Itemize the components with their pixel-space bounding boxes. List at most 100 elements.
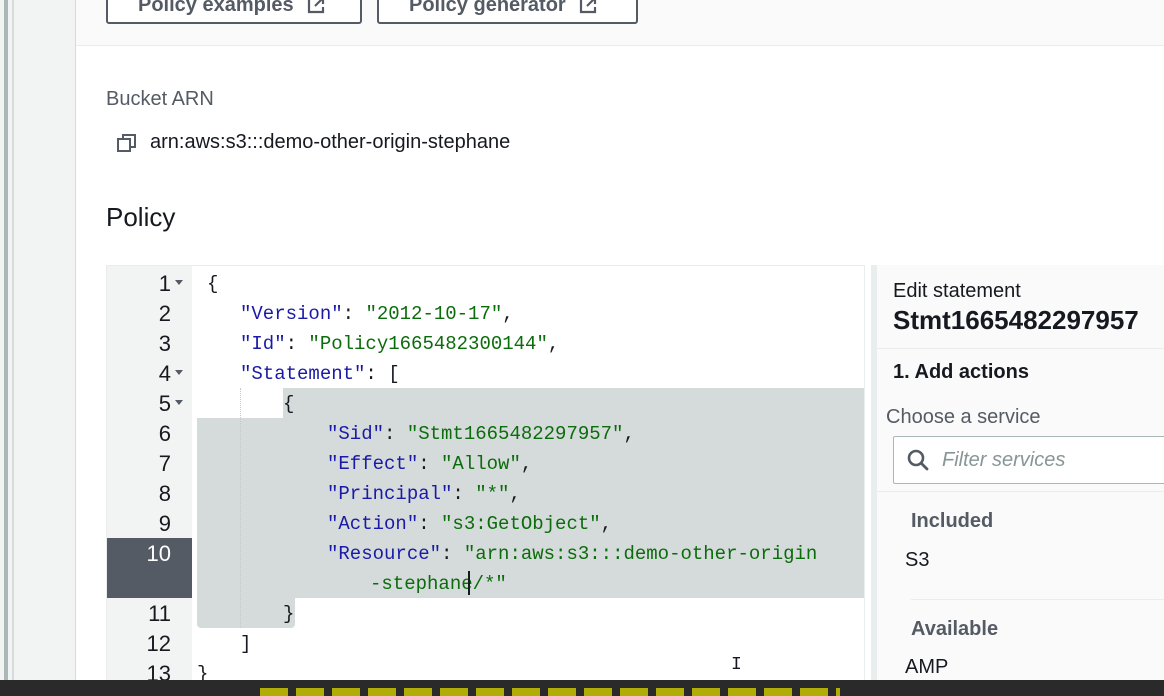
- json-string-value: "arn:aws:s3:::demo-other-origin: [463, 543, 818, 565]
- policy-heading: Policy: [106, 202, 176, 232]
- included-heading: Included: [911, 510, 994, 532]
- code-line: 9 "Action": "s3:GetObject",: [107, 509, 864, 539]
- json-string-value: "Policy1665482300144": [308, 333, 548, 355]
- bottom-overlay: [0, 680, 1164, 696]
- top-toolbar: Policy examples Policy generator: [76, 0, 1164, 46]
- external-link-icon: [579, 0, 596, 14]
- code-line: 8 "Principal": "*",: [107, 479, 864, 509]
- json-string-value: "2012-10-17": [365, 303, 503, 325]
- line-number: 9: [158, 511, 171, 536]
- policy-editor[interactable]: 1{2 "Version": "2012-10-17", 3 "Id": "Polic…: [106, 265, 865, 696]
- json-separator: :: [384, 423, 407, 445]
- gutter-bar: [12, 0, 14, 696]
- json-separator: :: [418, 513, 442, 535]
- code-text: "Effect": "Allow",: [327, 449, 532, 479]
- json-punctuation: ]: [240, 633, 252, 655]
- line-number: 4: [158, 361, 171, 386]
- divider: [911, 599, 1164, 600]
- json-key: "Sid": [327, 423, 385, 445]
- code-line: 2 "Version": "2012-10-17",: [107, 299, 864, 329]
- divider: [877, 491, 1164, 492]
- json-punctuation: ,: [600, 513, 613, 535]
- json-string-value: "*": [475, 483, 510, 505]
- line-number: 6: [158, 421, 171, 446]
- line-number: 1: [158, 271, 171, 296]
- json-string-value: "Allow": [441, 453, 521, 475]
- fold-arrow-icon[interactable]: [175, 280, 183, 285]
- code-line: 11}: [107, 599, 864, 629]
- edit-statement-panel: Edit statement Stmt1665482297957 1. Add …: [871, 265, 1164, 696]
- filter-services-field[interactable]: [893, 436, 1164, 484]
- json-key: "Resource": [327, 543, 442, 565]
- available-heading: Available: [911, 618, 999, 640]
- copy-icon[interactable]: [116, 132, 138, 154]
- bucket-arn-value: arn:aws:s3:::demo-other-origin-stephane: [150, 131, 511, 153]
- json-key: "Action": [327, 513, 419, 535]
- code-text: {: [207, 269, 218, 299]
- code-text: -stephane/*": [370, 569, 507, 599]
- external-link-icon: [307, 0, 324, 14]
- json-string-value: -stephane/*": [370, 573, 507, 595]
- code-text: "Id": "Policy1665482300144",: [240, 329, 559, 359]
- code-text: "Action": "s3:GetObject",: [327, 509, 612, 539]
- json-key: "Principal": [327, 483, 453, 505]
- add-actions-heading: 1. Add actions: [893, 361, 1029, 383]
- policy-generator-button[interactable]: Policy generator: [377, 0, 638, 24]
- search-icon: [907, 449, 929, 471]
- json-key: "Statement": [240, 363, 366, 385]
- code-line: 3 "Id": "Policy1665482300144",: [107, 329, 864, 359]
- policy-examples-button[interactable]: Policy examples: [106, 0, 362, 24]
- json-string-value: "s3:GetObject": [441, 513, 601, 535]
- code-line: 1{: [107, 269, 864, 299]
- json-punctuation: ,: [509, 483, 521, 505]
- policy-examples-label: Policy examples: [138, 0, 294, 16]
- json-key: "Version": [240, 303, 343, 325]
- json-punctuation: }: [283, 603, 295, 625]
- json-punctuation: ,: [502, 303, 514, 325]
- json-punctuation: ,: [623, 423, 635, 445]
- gutter-bar: [4, 0, 8, 696]
- json-punctuation: {: [283, 393, 295, 415]
- text-caret: [468, 571, 470, 595]
- edit-statement-subtitle: Edit statement: [893, 280, 1021, 302]
- line-number: 3: [158, 331, 171, 356]
- code-text: "Resource": "arn:aws:s3:::demo-other-ori…: [327, 539, 817, 569]
- code-line: 4 "Statement": [: [107, 359, 864, 389]
- json-separator: :: [441, 543, 464, 565]
- code-text: ]: [240, 629, 251, 659]
- choose-service-label: Choose a service: [886, 406, 1041, 428]
- line-number: 7: [158, 451, 171, 476]
- line-number: 2: [158, 301, 171, 326]
- json-string-value: "Stmt1665482297957": [406, 423, 624, 445]
- line-number: 5: [158, 391, 171, 416]
- code-text: }: [283, 599, 294, 629]
- json-separator: :: [285, 333, 309, 355]
- fold-arrow-icon[interactable]: [175, 400, 183, 405]
- line-number: 12: [146, 631, 171, 656]
- json-key: "Id": [240, 333, 286, 355]
- policy-generator-label: Policy generator: [409, 0, 566, 16]
- json-separator: : [: [365, 363, 400, 385]
- service-item-s3[interactable]: S3: [905, 549, 929, 572]
- statement-id-title: Stmt1665482297957: [893, 305, 1139, 335]
- code-text: "Principal": "*",: [327, 479, 521, 509]
- service-item-amp[interactable]: AMP: [905, 656, 948, 679]
- code-text: "Version": "2012-10-17",: [240, 299, 514, 329]
- line-number: 8: [158, 481, 171, 506]
- code-text: {: [283, 389, 294, 419]
- fold-arrow-icon[interactable]: [175, 370, 183, 375]
- divider: [877, 348, 1164, 349]
- json-punctuation: ,: [520, 453, 533, 475]
- code-line: 7 "Effect": "Allow",: [107, 449, 864, 479]
- bucket-arn-label: Bucket ARN: [106, 88, 214, 110]
- bucket-arn-row: arn:aws:s3:::demo-other-origin-stephane: [116, 131, 510, 154]
- left-gutter: [0, 0, 76, 696]
- code-line: 10 "Resource": "arn:aws:s3:::demo-other-o…: [107, 539, 864, 569]
- json-separator: :: [342, 303, 366, 325]
- overlay-caption-band: [260, 688, 840, 696]
- json-separator: :: [452, 483, 476, 505]
- code-line: 12]: [107, 629, 864, 659]
- mouse-cursor: I: [731, 655, 742, 675]
- code-text: "Statement": [: [240, 359, 400, 389]
- filter-services-input[interactable]: [942, 448, 1162, 472]
